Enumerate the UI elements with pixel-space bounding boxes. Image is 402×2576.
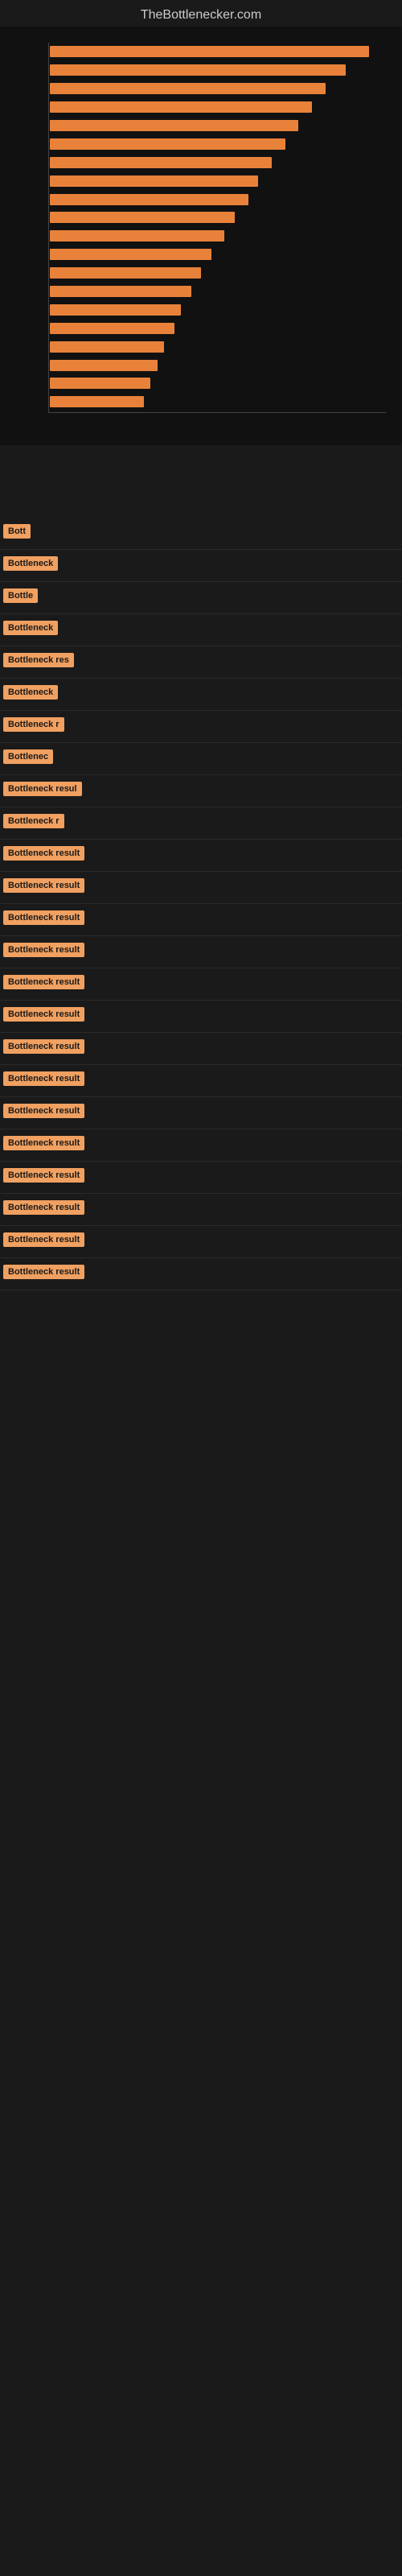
result-label: Bottleneck [3,685,58,700]
result-item: Bottleneck result [0,904,402,936]
chart-bar-fill [50,304,181,316]
result-item: Bottleneck [0,550,402,582]
chart-bar-row [50,118,386,133]
result-item: Bottlenec [0,743,402,775]
chart-bar-row [50,155,386,170]
chart-bar-fill [50,64,346,76]
result-item: Bottleneck result [0,872,402,904]
result-item: Bottleneck result [0,1033,402,1065]
chart-bar-fill [50,120,298,131]
result-item: Bottleneck result [0,936,402,968]
spacer-1 [0,445,402,510]
result-item: Bottleneck [0,614,402,646]
chart-bar-row [50,340,386,354]
result-item: Bottleneck r [0,807,402,840]
chart-bar-fill [50,212,235,223]
result-item: Bottleneck result [0,1001,402,1033]
chart-bar-row [50,63,386,77]
site-title: TheBottlenecker.com [0,0,402,27]
x-axis [48,412,386,413]
chart-bar-row [50,321,386,336]
result-item: Bottleneck result [0,1226,402,1258]
chart-bar-fill [50,83,326,94]
result-item: Bottleneck result [0,840,402,872]
result-item: Bottleneck result [0,1194,402,1226]
result-item: Bott [0,518,402,550]
chart-bar-fill [50,46,369,57]
chart-bar-fill [50,249,211,260]
result-label: Bottleneck result [3,1168,84,1183]
result-label: Bottleneck result [3,910,84,925]
chart-bar-row [50,192,386,207]
result-label: Bottleneck res [3,653,74,667]
chart-bar-fill [50,396,144,407]
chart-bar-row [50,376,386,390]
result-label: Bott [3,524,31,539]
chart-bar-fill [50,323,174,334]
site-title-bar: TheBottlenecker.com [0,0,402,27]
result-label: Bottleneck result [3,1136,84,1150]
result-label: Bottleneck result [3,943,84,957]
result-label: Bottleneck result [3,1265,84,1279]
chart-bar-fill [50,267,201,279]
result-item: Bottleneck result [0,1129,402,1162]
result-label: Bottleneck result [3,1039,84,1054]
chart-bar-row [50,266,386,280]
chart-area [0,27,402,445]
chart-bar-row [50,44,386,59]
result-item: Bottleneck r [0,711,402,743]
chart-bar-fill [50,194,248,205]
result-item: Bottleneck result [0,1097,402,1129]
chart-bar-row [50,284,386,299]
chart-bar-row [50,394,386,409]
result-label: Bottleneck result [3,1104,84,1118]
result-label: Bottle [3,588,38,603]
result-label: Bottleneck [3,621,58,635]
result-label: Bottleneck result [3,975,84,989]
result-item: Bottleneck [0,679,402,711]
chart-bar-row [50,137,386,151]
chart-bar-fill [50,138,285,150]
results-section: Bott Bottleneck Bottle Bottleneck Bottleneck… [0,518,402,1307]
result-label: Bottleneck result [3,1200,84,1215]
chart-bar-row [50,303,386,317]
result-item: Bottleneck result [0,1065,402,1097]
chart-bar-fill [50,175,258,187]
chart-bar-fill [50,341,164,353]
result-label: Bottleneck r [3,814,64,828]
chart-bar-row [50,100,386,114]
chart-bar-row [50,174,386,188]
result-item: Bottleneck result [0,1258,402,1290]
chart-bar-row [50,210,386,225]
chart-bar-row [50,229,386,243]
result-label: Bottleneck result [3,1232,84,1247]
result-label: Bottleneck result [3,878,84,893]
result-label: Bottleneck r [3,717,64,732]
result-label: Bottleneck result [3,1007,84,1022]
result-item: Bottleneck res [0,646,402,679]
result-item: Bottle [0,582,402,614]
chart-bar-row [50,358,386,373]
result-label: Bottleneck resul [3,782,82,796]
chart-bar-fill [50,101,312,113]
chart-bar-fill [50,378,150,389]
chart-bar-fill [50,286,191,297]
result-label: Bottleneck [3,556,58,571]
result-label: Bottlenec [3,749,53,764]
y-axis [48,43,49,413]
chart-bar-fill [50,230,224,242]
chart-bar-row [50,247,386,262]
chart-bar-row [50,81,386,96]
result-item: Bottleneck result [0,1162,402,1194]
chart-bar-fill [50,157,272,168]
result-item: Bottleneck resul [0,775,402,807]
chart-bars [50,43,386,411]
result-label: Bottleneck result [3,846,84,861]
result-label: Bottleneck result [3,1071,84,1086]
chart-bar-fill [50,360,158,371]
result-item: Bottleneck result [0,968,402,1001]
